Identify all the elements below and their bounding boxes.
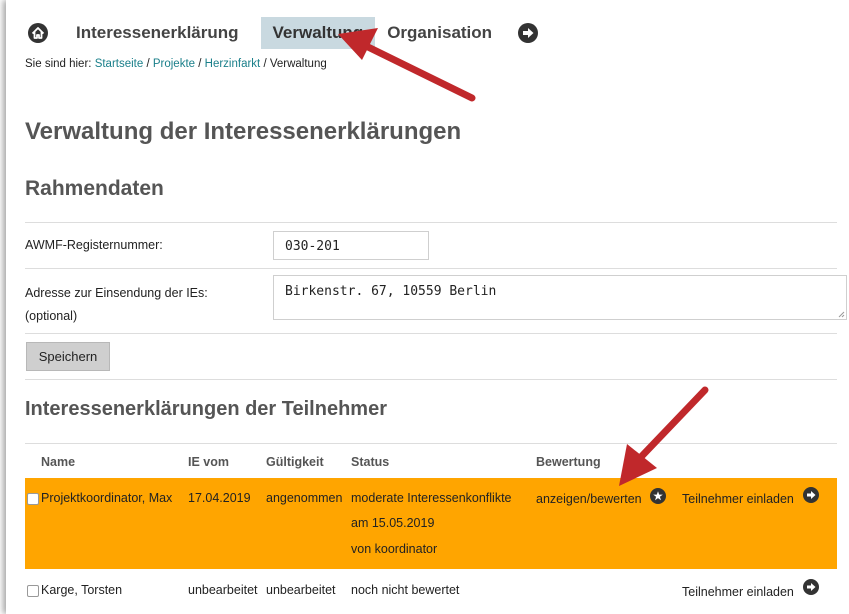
page-title: Verwaltung der Interessenerklärungen (25, 118, 462, 145)
column-header-bewertung[interactable]: Bewertung (536, 455, 601, 469)
breadcrumb-current: Verwaltung (269, 58, 327, 70)
forward-icon[interactable] (803, 579, 819, 595)
row-status-line: von koordinator (351, 542, 438, 556)
breadcrumb-herzinfarkt[interactable]: Herzinfarkt (205, 58, 261, 70)
awmf-input[interactable]: 030-201 (273, 231, 429, 260)
divider (25, 379, 837, 380)
row-ie-vom: 17.04.2019 (188, 491, 251, 505)
address-label: Adresse zur Einsendung der IEs: (25, 286, 208, 300)
row-checkbox[interactable] (27, 585, 39, 597)
breadcrumb-separator: / (195, 58, 205, 70)
breadcrumb-startseite[interactable]: Startseite (95, 58, 144, 70)
row-name: Karge, Torsten (41, 583, 123, 597)
divider (25, 268, 837, 269)
tab-interessenerklaerung[interactable]: Interessenerklärung (76, 17, 251, 49)
home-icon[interactable] (28, 23, 48, 43)
tab-verwaltung[interactable]: Verwaltung (260, 17, 376, 49)
divider (25, 222, 837, 223)
divider (25, 333, 837, 334)
row-status-line: am 15.05.2019 (351, 516, 435, 530)
tab-organisation[interactable]: Organisation (375, 17, 504, 49)
breadcrumb-separator: / (260, 58, 270, 70)
column-header-ie-vom[interactable]: IE vom (188, 455, 229, 469)
address-optional-label: (optional) (25, 309, 78, 323)
invite-link[interactable]: Teilnehmer einladen (682, 585, 794, 599)
row-gueltigkeit: angenommen (266, 491, 343, 505)
breadcrumb: Sie sind hier: Startseite / Projekte / H… (25, 58, 327, 70)
section-heading-rahmendaten: Rahmendaten (25, 177, 164, 200)
breadcrumb-prefix: Sie sind hier: (25, 58, 92, 70)
address-textarea[interactable]: Birkenstr. 67, 10559 Berlin (273, 275, 847, 320)
invite-link[interactable]: Teilnehmer einladen (682, 492, 794, 506)
logout-icon[interactable] (518, 23, 539, 43)
save-button[interactable]: Speichern (26, 342, 110, 371)
column-header-status[interactable]: Status (351, 455, 389, 469)
column-header-gueltigkeit[interactable]: Gültigkeit (266, 455, 324, 469)
breadcrumb-separator: / (143, 58, 153, 70)
row-status-line: moderate Interessenkonflikte (351, 491, 512, 505)
bewertung-link[interactable]: anzeigen/bewerten (536, 492, 642, 506)
column-header-name[interactable]: Name (41, 455, 75, 469)
row-ie-vom: unbearbeitet (188, 583, 258, 597)
forward-icon[interactable] (803, 487, 819, 503)
resize-handle-icon[interactable] (838, 311, 845, 318)
row-gueltigkeit: unbearbeitet (266, 583, 336, 597)
section-heading-teilnehmer: Interessenerklärungen der Teilnehmer (25, 398, 387, 420)
main-nav: Interessenerklärung Verwaltung Organisat… (28, 16, 539, 50)
divider (25, 443, 837, 444)
row-name: Projektkoordinator, Max (41, 491, 173, 505)
breadcrumb-projekte[interactable]: Projekte (153, 58, 195, 70)
row-checkbox[interactable] (27, 493, 39, 505)
star-icon[interactable] (650, 488, 666, 504)
row-status-line: noch nicht bewertet (351, 583, 460, 597)
awmf-label: AWMF-Registernummer: (25, 238, 163, 252)
